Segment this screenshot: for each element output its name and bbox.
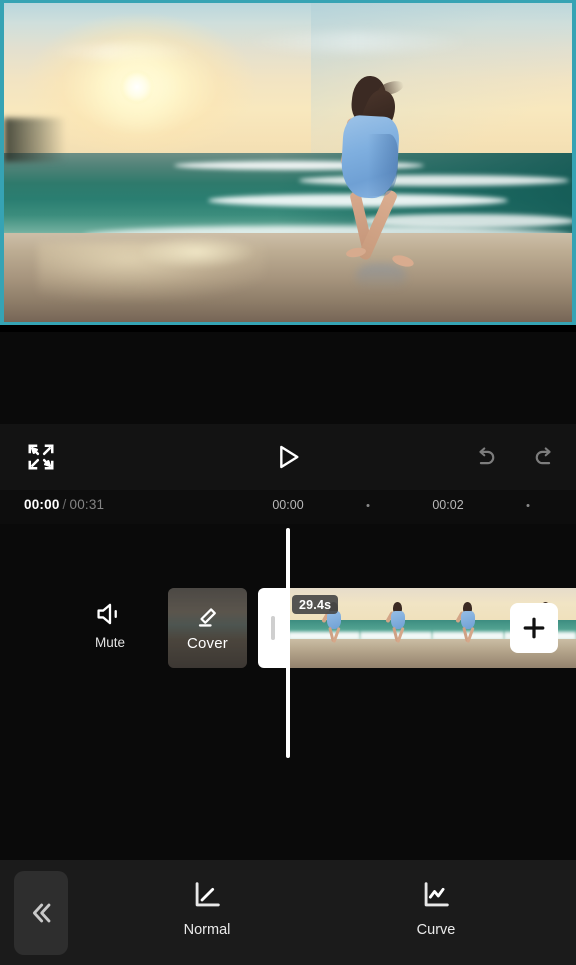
cover-button[interactable]: Cover [168,588,247,668]
filmstrip-frame [360,588,432,668]
ruler-tick-label-2: 00:02 [432,498,464,512]
linear-graph-icon [195,882,220,907]
play-icon [280,445,299,469]
figure-reflection [356,264,407,291]
total-time: 00:31 [69,497,105,512]
fullscreen-expand-icon [28,444,54,470]
ruler-tick-dot-3 [526,504,530,507]
filmstrip-frame [432,588,504,668]
speaker-icon [97,603,117,625]
collapse-panel-button[interactable] [14,871,68,955]
video-editor-screen: 00:00/00:31 00:00 00:02 Mute Cover 29.4s… [0,0,576,965]
add-clip-button[interactable] [510,603,558,653]
bottom-toolbar: Normal Curve [0,860,576,965]
figure-dress-shadow [368,134,399,197]
undo-button[interactable] [464,424,508,490]
redo-button[interactable] [521,424,565,490]
cloud-right [242,31,473,52]
transport-bar [0,424,576,490]
sand-sun-glare [140,235,254,268]
mute-label: Mute [94,635,125,650]
speed-mode-curve[interactable]: Curve [376,878,496,948]
ruler-tick-label-0: 00:00 [272,498,304,512]
playhead[interactable] [286,528,290,758]
play-button[interactable] [261,424,315,490]
curve-graph-icon [424,882,449,907]
speed-mode-normal-label: Normal [183,922,231,938]
clip-duration-badge: 29.4s [292,595,339,614]
timeline-ruler[interactable]: 00:00/00:31 00:00 00:02 [0,490,576,524]
cover-label: Cover [186,634,228,652]
time-display: 00:00/00:31 [24,497,104,512]
video-frame-image [4,3,572,322]
trim-grip [271,616,275,640]
video-preview[interactable] [0,0,576,325]
fullscreen-button[interactable] [14,424,68,490]
undo-icon [478,446,494,464]
shoreline-vegetation [4,117,67,163]
ruler-tick-dot-1 [366,504,370,507]
speed-mode-normal[interactable]: Normal [147,878,267,948]
clip-trim-handle-left[interactable] [258,588,288,668]
redo-icon [535,446,551,464]
plus-icon [523,617,545,639]
speed-mode-curve-label: Curve [416,922,456,938]
person-figure [316,74,426,291]
pencil-edit-icon [199,607,217,627]
preview-stage [0,0,576,332]
time-separator: / [62,497,67,512]
chevron-double-left-icon [32,903,51,923]
current-time: 00:00 [24,497,60,512]
mute-button[interactable]: Mute [78,590,142,660]
